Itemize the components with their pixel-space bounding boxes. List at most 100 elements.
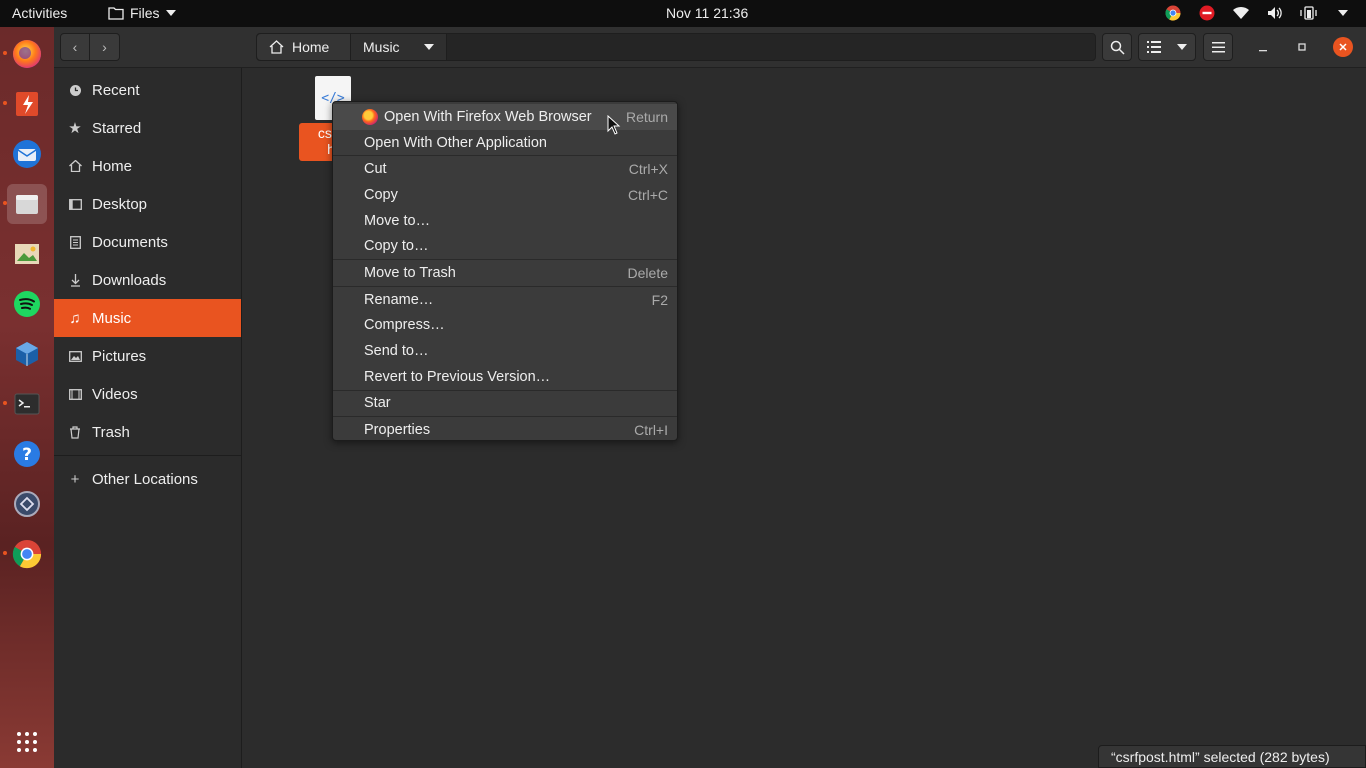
files-icon[interactable] <box>7 184 47 224</box>
menu-item-move-to[interactable]: Move to… <box>333 208 677 234</box>
sidebar-item-recent[interactable]: Recent <box>54 71 241 109</box>
sidebar-item-trash[interactable]: Trash <box>54 413 241 451</box>
menu-item-label: Revert to Previous Version… <box>364 368 551 385</box>
sidebar-item-label: Other Locations <box>92 470 198 488</box>
show-applications-icon[interactable] <box>7 722 47 762</box>
navigation-buttons: ‹ › <box>60 33 120 61</box>
star-icon: ★ <box>68 120 82 137</box>
menu-item-send-to[interactable]: Send to… <box>333 338 677 364</box>
menu-item-accelerator: Return <box>625 108 668 125</box>
sidebar-item-home[interactable]: Home <box>54 147 241 185</box>
menu-item-move-to-trash[interactable]: Move to Trash Delete <box>333 260 677 286</box>
sidebar-item-label: Home <box>92 157 133 175</box>
document-icon <box>68 235 82 249</box>
maximize-button[interactable] <box>1292 37 1312 57</box>
menu-item-revert[interactable]: Revert to Previous Version… <box>333 364 677 390</box>
chevron-down-icon <box>424 44 434 50</box>
path-bar: Home Music <box>256 33 1096 61</box>
breadcrumb-home-label: Home <box>292 39 330 55</box>
sidebar-item-label: Documents <box>92 233 168 251</box>
menu-item-label: Properties <box>364 422 431 439</box>
menu-item-label: Send to… <box>364 343 429 360</box>
sidebar-item-starred[interactable]: ★ Starred <box>54 109 241 147</box>
firefox-icon[interactable] <box>7 34 47 74</box>
sidebar-item-label: Recent <box>92 81 140 99</box>
thunderbird-icon[interactable] <box>7 134 47 174</box>
menu-item-label: Copy to… <box>364 238 429 255</box>
sidebar-item-label: Trash <box>92 423 130 441</box>
virtualbox-icon[interactable] <box>7 334 47 374</box>
sidebar-divider <box>54 455 241 456</box>
menu-item-label: Copy <box>364 186 398 203</box>
sidebar-item-label: Starred <box>92 119 142 137</box>
menu-item-copy[interactable]: Copy Ctrl+C <box>333 182 677 208</box>
forward-button[interactable]: › <box>90 33 120 61</box>
desktop-icon <box>68 197 82 211</box>
svg-text:?: ? <box>22 445 32 465</box>
context-menu: Open With Firefox Web Browser Return Ope… <box>332 101 678 441</box>
download-icon <box>68 273 82 287</box>
minimize-button[interactable] <box>1253 37 1273 57</box>
home-icon <box>68 159 82 173</box>
system-tray[interactable] <box>1164 4 1352 22</box>
do-not-disturb-icon[interactable] <box>1198 4 1216 22</box>
spotify-icon[interactable] <box>7 284 47 324</box>
menu-item-star[interactable]: Star <box>333 391 677 417</box>
image-viewer-icon[interactable] <box>7 234 47 274</box>
chevron-down-icon <box>1177 44 1187 50</box>
menu-item-label: Open With Other Application <box>364 134 547 151</box>
menu-item-cut[interactable]: Cut Ctrl+X <box>333 156 677 182</box>
menu-item-label: Open With Firefox Web Browser <box>384 108 592 125</box>
breadcrumb-music[interactable]: Music <box>351 34 447 60</box>
close-button[interactable] <box>1333 37 1353 57</box>
menu-item-properties[interactable]: Properties Ctrl+I <box>333 417 677 443</box>
folder-icon <box>108 7 124 20</box>
sidebar-item-documents[interactable]: Documents <box>54 223 241 261</box>
sidebar-item-desktop[interactable]: Desktop <box>54 185 241 223</box>
back-button[interactable]: ‹ <box>60 33 90 61</box>
sidebar-item-other-locations[interactable]: + Other Locations <box>54 460 241 498</box>
selection-status-text: “csrfpost.html” selected (282 bytes) <box>1111 748 1330 765</box>
menu-item-copy-to[interactable]: Copy to… <box>333 233 677 259</box>
search-icon <box>1110 40 1125 55</box>
menu-item-open-with-other[interactable]: Open With Other Application <box>333 130 677 156</box>
sidebar-item-label: Desktop <box>92 195 148 213</box>
sidebar-item-videos[interactable]: Videos <box>54 375 241 413</box>
trash-icon <box>68 425 82 439</box>
menu-item-open-with-firefox[interactable]: Open With Firefox Web Browser Return <box>333 104 677 130</box>
sidebar-item-label: Pictures <box>92 347 147 365</box>
chrome-icon[interactable] <box>7 534 47 574</box>
menu-button[interactable] <box>1203 33 1233 61</box>
menu-item-accelerator: Ctrl+I <box>634 422 668 439</box>
sidebar-item-pictures[interactable]: Pictures <box>54 337 241 375</box>
menu-item-label: Move to Trash <box>364 264 456 281</box>
sidebar-item-label: Downloads <box>92 271 167 289</box>
sidebar-item-downloads[interactable]: Downloads <box>54 261 241 299</box>
firefox-icon <box>362 108 378 125</box>
app-launcher-red-icon[interactable] <box>7 84 47 124</box>
menu-item-accelerator: Ctrl+X <box>628 161 668 178</box>
battery-icon[interactable] <box>1300 4 1318 22</box>
breadcrumb-home[interactable]: Home <box>257 34 351 60</box>
chevron-down-icon[interactable] <box>1334 4 1352 22</box>
video-icon <box>68 387 82 401</box>
sidebar-item-music[interactable]: ♫ Music <box>54 299 241 337</box>
chevron-left-icon: ‹ <box>72 39 78 55</box>
menu-item-rename[interactable]: Rename… F2 <box>333 287 677 313</box>
activities-button[interactable]: Activities <box>12 5 67 21</box>
menu-item-compress[interactable]: Compress… <box>333 313 677 339</box>
app-menu-label: Files <box>130 5 160 21</box>
terminal-icon[interactable] <box>7 384 47 424</box>
clock[interactable]: Nov 11 21:36 <box>666 5 748 21</box>
wifi-icon[interactable] <box>1232 4 1250 22</box>
app-menu[interactable]: Files <box>108 5 176 21</box>
menu-item-label: Rename… <box>364 291 434 308</box>
view-options-button[interactable] <box>1138 33 1196 61</box>
volume-icon[interactable] <box>1266 4 1284 22</box>
settings-circle-icon[interactable] <box>7 484 47 524</box>
search-button[interactable] <box>1102 33 1132 61</box>
help-icon[interactable]: ? <box>7 434 47 474</box>
chrome-icon[interactable] <box>1164 4 1182 22</box>
selection-status: “csrfpost.html” selected (282 bytes) <box>1098 745 1366 768</box>
header-bar: ‹ › Home Music <box>54 27 1366 68</box>
